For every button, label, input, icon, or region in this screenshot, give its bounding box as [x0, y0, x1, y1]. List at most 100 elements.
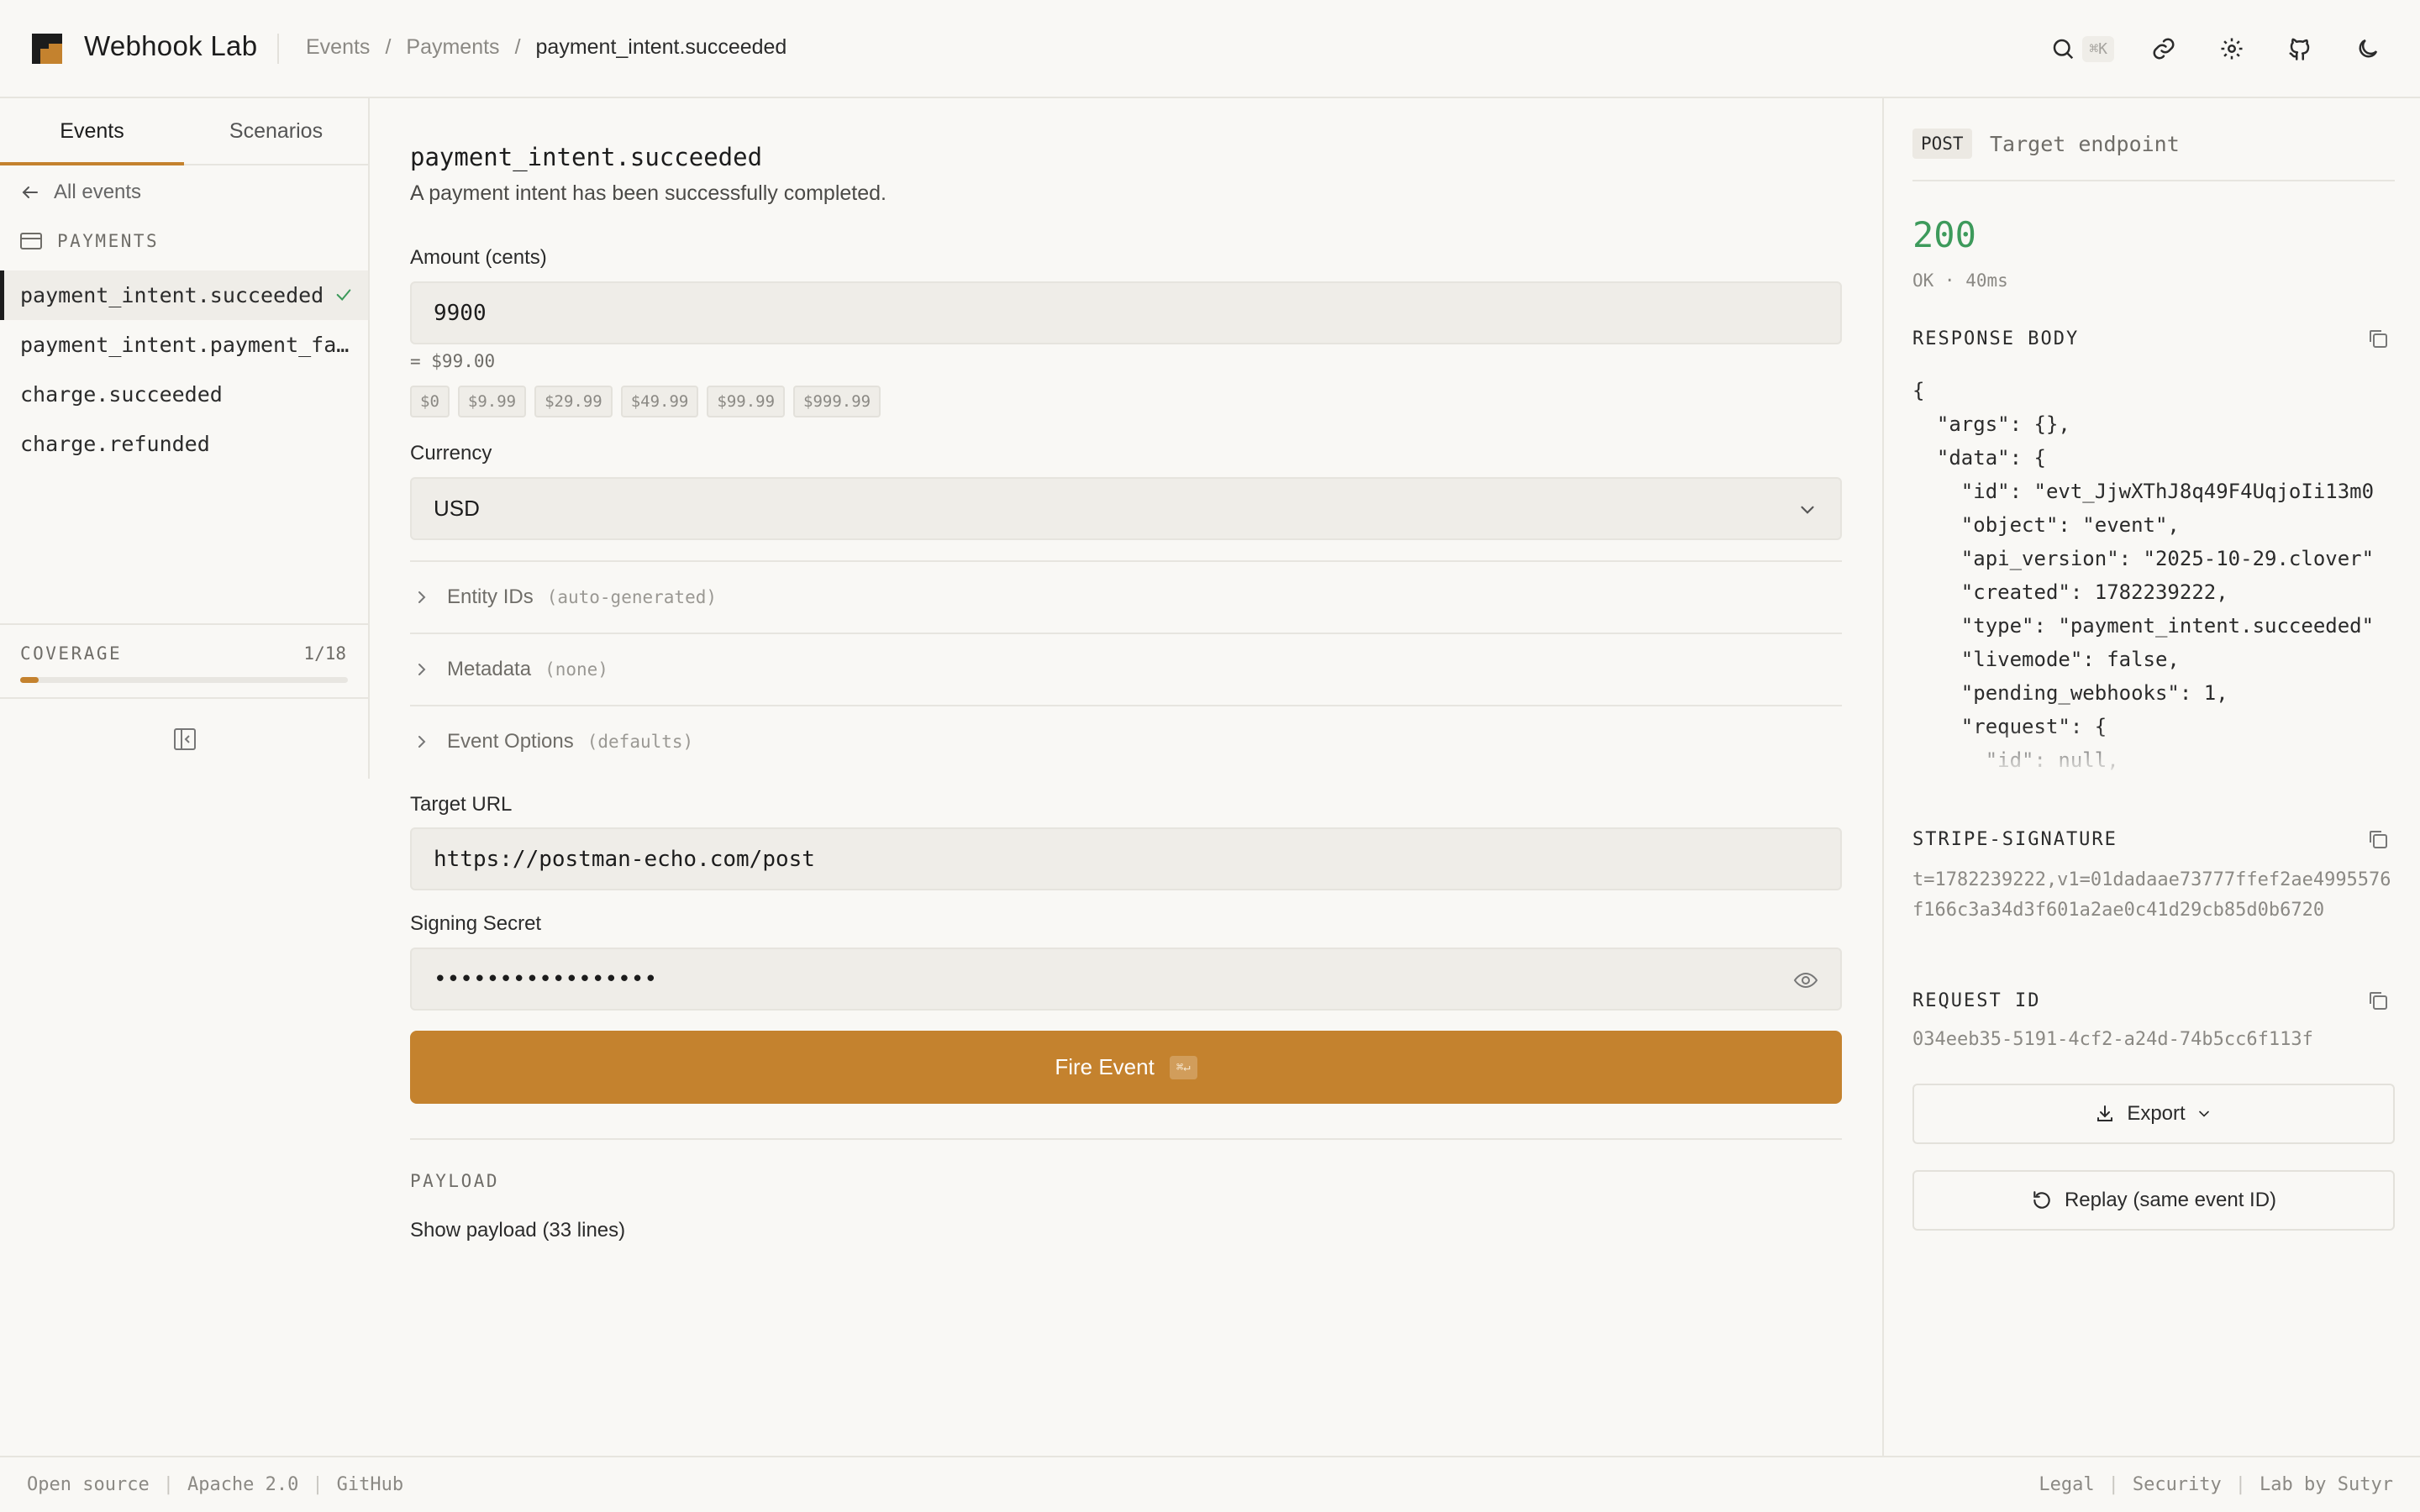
divider	[1912, 180, 2395, 181]
coverage-progress-bar	[20, 677, 348, 683]
preset-chip[interactable]: $9.99	[457, 386, 527, 417]
event-item-label: payment_intent.payment_failed	[20, 333, 350, 357]
footer-link-open-source[interactable]: Open source	[27, 1474, 150, 1495]
replay-label: Replay (same event ID)	[2064, 1189, 2277, 1211]
all-events-label: All events	[54, 181, 142, 203]
response-body-label: RESPONSE BODY	[1912, 328, 2080, 349]
event-item-label: payment_intent.succeeded	[20, 283, 324, 307]
export-button[interactable]: Export	[1912, 1084, 2395, 1144]
preset-chip[interactable]: $99.99	[707, 386, 786, 417]
breadcrumb-current: payment_intent.succeeded	[535, 35, 787, 59]
currency-select[interactable]: USD	[410, 477, 1842, 540]
chevron-down-icon	[2198, 1110, 2209, 1117]
stripe-signature-label: STRIPE-SIGNATURE	[1912, 829, 2118, 850]
footer-link-license[interactable]: Apache 2.0	[187, 1474, 298, 1495]
export-label: Export	[2127, 1102, 2186, 1125]
replay-button[interactable]: Replay (same event ID)	[1912, 1170, 2395, 1231]
chevron-right-icon	[418, 736, 426, 748]
request-id-value: 034eeb35-5191-4cf2-a24d-74b5cc6f113f	[1912, 1029, 2313, 1050]
eye-icon[interactable]	[1793, 969, 1818, 991]
github-button[interactable]	[2281, 30, 2318, 67]
sidebar-collapse-icon[interactable]	[172, 727, 197, 752]
download-icon	[2097, 1105, 2113, 1121]
preset-chip[interactable]: $29.99	[534, 386, 613, 417]
payload-label: PAYLOAD	[410, 1171, 500, 1191]
entity-ids-section[interactable]: Entity IDs (auto-generated)	[410, 560, 1842, 633]
event-item-charge-succeeded[interactable]: charge.succeeded	[0, 370, 368, 419]
chevron-right-icon	[418, 591, 426, 603]
chevron-down-icon	[1801, 506, 1814, 514]
search-button[interactable]: ⌘K	[2050, 30, 2114, 67]
amount-input[interactable]: 9900	[410, 281, 1842, 344]
event-description: A payment intent has been successfully c…	[410, 181, 886, 205]
event-title: payment_intent.succeeded	[410, 143, 763, 171]
category-label: PAYMENTS	[20, 231, 159, 251]
signing-secret-input[interactable]: •••••••••••••••••	[410, 948, 1842, 1011]
preset-chip[interactable]: $49.99	[620, 386, 699, 417]
response-body: { "args": {}, "data": { "id": "evt_JjwXT…	[1912, 374, 2395, 777]
app-header: Webhook Lab Events / Payments / payment_…	[0, 0, 2420, 98]
theme-toggle-button[interactable]	[2349, 30, 2386, 67]
copy-icon[interactable]	[2366, 827, 2390, 851]
response-body-line: "created": 1782239222,	[1912, 580, 2228, 604]
preset-chip[interactable]: $0	[410, 386, 450, 417]
event-item-label: charge.succeeded	[20, 382, 223, 407]
event-item-payment-intent-succeeded[interactable]: payment_intent.succeeded	[0, 270, 368, 320]
settings-button[interactable]	[2213, 30, 2250, 67]
tab-scenarios[interactable]: Scenarios	[184, 98, 368, 164]
response-body-line: "object": "event",	[1912, 513, 2180, 537]
arrow-left-icon	[22, 186, 38, 198]
response-body-line: "id": "evt_JjwXThJ8q49F4UqjoIi13m0	[1912, 480, 2375, 503]
fire-event-label: Fire Event	[1055, 1054, 1155, 1079]
footer-separator: |	[2107, 1474, 2119, 1495]
response-body-line: "pending_webhooks": 1,	[1912, 681, 2228, 705]
footer-right: Legal | Security | Lab by Sutyr	[2039, 1474, 2393, 1495]
response-body-line: "args": {},	[1912, 412, 2070, 436]
section-title: Entity IDs	[447, 585, 534, 608]
response-body-line: "type": "payment_intent.succeeded"	[1912, 614, 2375, 638]
event-item-label: charge.refunded	[20, 432, 210, 456]
logo-icon	[32, 34, 62, 64]
copy-icon[interactable]	[2366, 327, 2390, 350]
breadcrumb-events[interactable]: Events	[306, 35, 370, 60]
sidebar: Events Scenarios All events PAYMENTS pay…	[0, 98, 370, 779]
section-subtitle: (none)	[544, 659, 608, 680]
event-item-payment-intent-failed[interactable]: payment_intent.payment_failed	[0, 320, 368, 370]
coverage-panel: COVERAGE 1/18	[0, 623, 368, 699]
event-item-charge-refunded[interactable]: charge.refunded	[0, 419, 368, 469]
breadcrumb-payments[interactable]: Payments	[406, 35, 499, 60]
header-divider	[277, 34, 279, 64]
footer-link-author[interactable]: Lab by Sutyr	[2260, 1474, 2393, 1495]
link-button[interactable]	[2145, 30, 2182, 67]
coverage-count: 1/18	[303, 643, 346, 664]
divider	[410, 1138, 1842, 1140]
search-shortcut-badge: ⌘K	[2082, 35, 2114, 62]
fire-event-button[interactable]: Fire Event ⌘↵	[410, 1031, 1842, 1104]
preset-chip[interactable]: $999.99	[793, 386, 881, 417]
header-actions: ⌘K	[2050, 30, 2386, 67]
metadata-section[interactable]: Metadata (none)	[410, 633, 1842, 705]
response-body-fade	[1912, 727, 2395, 777]
moon-icon	[2359, 39, 2378, 58]
event-options-section[interactable]: Event Options (defaults)	[410, 705, 1842, 777]
tab-events[interactable]: Events	[0, 98, 184, 165]
chevron-right-icon	[418, 664, 426, 675]
target-url-input[interactable]: https://postman-echo.com/post	[410, 827, 1842, 890]
section-title: Metadata	[447, 658, 532, 680]
github-icon	[2289, 38, 2310, 60]
signing-secret-value: •••••••••••••••••	[434, 966, 658, 992]
copy-icon[interactable]	[2366, 989, 2390, 1012]
all-events-link[interactable]: All events	[20, 181, 141, 204]
check-icon	[336, 289, 351, 301]
target-url-label: Target URL	[410, 793, 513, 816]
footer-separator: |	[2234, 1474, 2247, 1495]
response-body-line: "livemode": false,	[1912, 648, 2180, 671]
request-id-label: REQUEST ID	[1912, 990, 2041, 1011]
footer-link-security[interactable]: Security	[2133, 1474, 2222, 1495]
footer-link-legal[interactable]: Legal	[2039, 1474, 2094, 1495]
response-body-line: {	[1912, 379, 1925, 402]
amount-presets: $0 $9.99 $29.99 $49.99 $99.99 $999.99	[410, 386, 889, 417]
show-payload-toggle[interactable]: Show payload (33 lines)	[410, 1219, 625, 1242]
event-list: payment_intent.succeeded payment_intent.…	[0, 270, 368, 469]
footer-link-github[interactable]: GitHub	[337, 1474, 403, 1495]
